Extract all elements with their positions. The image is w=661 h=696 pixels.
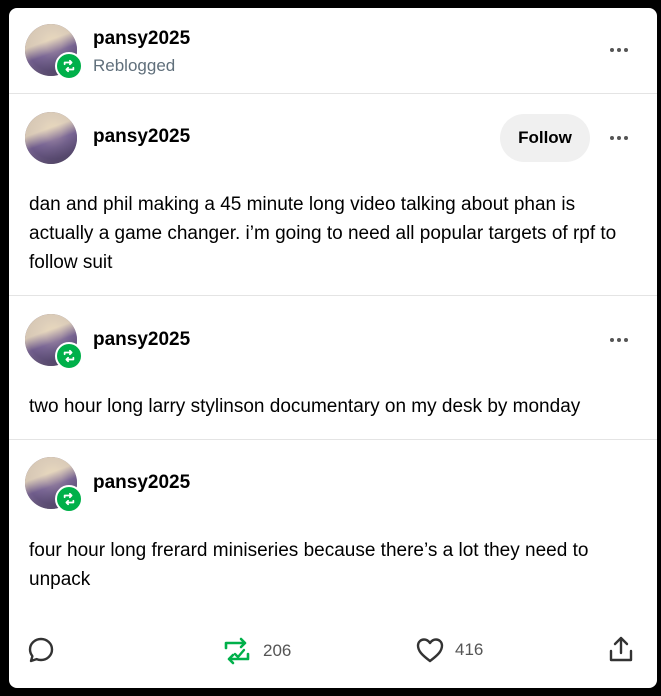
more-options-icon[interactable] bbox=[605, 330, 633, 350]
header-username[interactable]: pansy2025 bbox=[93, 28, 190, 50]
reblog-count: 206 bbox=[263, 641, 292, 660]
like-button[interactable]: 416 bbox=[415, 636, 483, 664]
post-card: pansy2025 Reblogged pansy2025 Follow dan… bbox=[9, 8, 657, 688]
reblog-icon bbox=[63, 492, 75, 506]
share-button[interactable] bbox=[607, 634, 635, 664]
post-1: pansy2025 Follow dan and phil making a 4… bbox=[9, 94, 657, 296]
reblog-badge-icon bbox=[55, 52, 83, 80]
avatar[interactable] bbox=[25, 24, 83, 80]
reblog-icon bbox=[63, 59, 75, 73]
post-username[interactable]: pansy2025 bbox=[93, 472, 190, 494]
comment-icon bbox=[28, 637, 54, 663]
avatar[interactable] bbox=[25, 457, 83, 513]
post-3: pansy2025 four hour long frerard miniser… bbox=[9, 440, 657, 610]
reblog-icon bbox=[224, 637, 250, 665]
heart-icon bbox=[416, 638, 444, 663]
avatar-image bbox=[25, 112, 77, 164]
post-text: two hour long larry stylinson documentar… bbox=[29, 396, 581, 417]
post-username[interactable]: pansy2025 bbox=[93, 329, 190, 351]
reblog-header: pansy2025 Reblogged bbox=[9, 8, 657, 94]
more-options-icon[interactable] bbox=[605, 128, 633, 148]
like-count: 416 bbox=[455, 640, 484, 659]
post-text: four hour long frerard miniseries becaus… bbox=[29, 540, 589, 590]
reblog-badge-icon bbox=[55, 342, 83, 370]
reblogged-label: Reblogged bbox=[93, 56, 176, 75]
reblog-icon bbox=[63, 349, 75, 363]
post-footer: 206 416 bbox=[9, 618, 657, 678]
follow-button[interactable]: Follow bbox=[500, 114, 590, 162]
more-options-icon[interactable] bbox=[605, 40, 633, 60]
reblog-button[interactable]: 206 bbox=[221, 636, 291, 666]
comment-button[interactable] bbox=[27, 636, 55, 664]
avatar[interactable] bbox=[25, 112, 77, 164]
post-text: dan and phil making a 45 minute long vid… bbox=[29, 194, 617, 273]
share-icon bbox=[609, 636, 633, 662]
avatar[interactable] bbox=[25, 314, 83, 370]
reblog-badge-icon bbox=[55, 485, 83, 513]
post-username[interactable]: pansy2025 bbox=[93, 126, 190, 148]
post-2: pansy2025 two hour long larry stylinson … bbox=[9, 296, 657, 440]
